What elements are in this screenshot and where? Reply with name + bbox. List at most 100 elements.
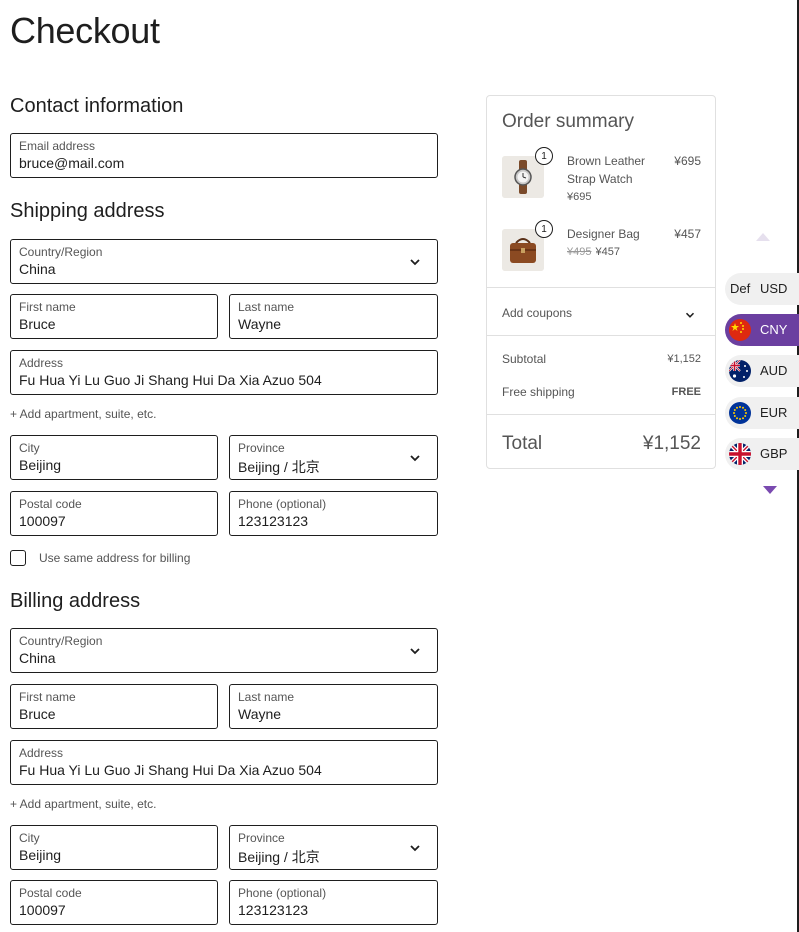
- billing-city-field[interactable]: City Beijing: [10, 825, 218, 870]
- currency-code: USD: [760, 281, 788, 296]
- shipping-phone-value: 123123123: [238, 513, 309, 529]
- divider: [487, 414, 715, 415]
- billing-city-label: City: [19, 831, 40, 845]
- subtotal-value: ¥1,152: [667, 353, 701, 365]
- subtotal-label: Subtotal: [502, 352, 547, 366]
- billing-first-name-field[interactable]: First name Bruce: [10, 684, 218, 729]
- scroll-down-arrow-icon[interactable]: [762, 485, 778, 496]
- item-old-price: ¥495: [567, 246, 592, 258]
- shipping-add-apartment-link[interactable]: + Add apartment, suite, etc.: [10, 407, 156, 421]
- billing-postal-label: Postal code: [19, 886, 82, 900]
- order-summary-panel: Order summary 1 Brown Leather Strap Watc…: [486, 95, 716, 469]
- shipping-country-label: Country/Region: [19, 245, 103, 259]
- chevron-down-icon: [410, 455, 420, 462]
- shipping-postal-value: 100097: [19, 513, 66, 529]
- item-price: ¥695: [674, 154, 701, 168]
- shipping-province-value: Beijing / 北京: [238, 459, 320, 475]
- shipping-last-name-field[interactable]: Last name Wayne: [229, 294, 438, 339]
- shipping-last-name-label: Last name: [238, 300, 295, 314]
- shipping-country-select[interactable]: Country/Region China: [10, 239, 438, 284]
- page-title: Checkout: [10, 10, 160, 51]
- billing-phone-label: Phone (optional): [238, 886, 327, 900]
- billing-last-name-label: Last name: [238, 690, 295, 704]
- shipping-first-name-value: Bruce: [19, 316, 56, 332]
- item-current-price: ¥695: [567, 191, 592, 203]
- same-billing-label[interactable]: Use same address for billing: [39, 551, 190, 565]
- currency-code: AUD: [760, 363, 788, 378]
- billing-phone-field[interactable]: Phone (optional) 123123123: [229, 880, 438, 925]
- email-value: bruce@mail.com: [19, 155, 125, 171]
- shipping-last-name-value: Wayne: [238, 316, 282, 332]
- item-quantity-badge: 1: [535, 220, 553, 238]
- billing-postal-code-field[interactable]: Postal code 100097: [10, 880, 218, 925]
- order-summary-title: Order summary: [502, 111, 634, 132]
- shipping-country-value: China: [19, 261, 56, 277]
- billing-first-name-label: First name: [19, 690, 76, 704]
- shipping-label: Free shipping: [502, 385, 575, 399]
- billing-add-apartment-link[interactable]: + Add apartment, suite, etc.: [10, 797, 156, 811]
- total-value: ¥1,152: [642, 433, 701, 454]
- shipping-city-label: City: [19, 441, 40, 455]
- shipping-province-label: Province: [238, 441, 285, 455]
- billing-city-value: Beijing: [19, 847, 62, 863]
- item-sub-price: ¥495 ¥457: [567, 246, 620, 258]
- default-currency-tag: Def: [730, 281, 751, 296]
- billing-country-value: China: [19, 650, 56, 666]
- currency-code: EUR: [760, 405, 788, 420]
- currency-code: GBP: [760, 446, 788, 461]
- billing-address-value: Fu Hua Yi Lu Guo Ji Shang Hui Da Xia Azu…: [19, 762, 322, 778]
- australia-flag-icon: [729, 360, 751, 382]
- contact-heading: Contact information: [10, 95, 184, 117]
- shipping-city-value: Beijing: [19, 457, 62, 473]
- shipping-address-field[interactable]: Address Fu Hua Yi Lu Guo Ji Shang Hui Da…: [10, 350, 438, 395]
- shipping-value: FREE: [671, 386, 701, 398]
- currency-option-cny[interactable]: CNY: [725, 314, 799, 346]
- item-current-price: ¥457: [595, 246, 620, 258]
- item-name: Brown Leather Strap Watch: [567, 154, 646, 186]
- billing-address-field[interactable]: Address Fu Hua Yi Lu Guo Ji Shang Hui Da…: [10, 740, 438, 785]
- currency-option-aud[interactable]: AUD: [725, 355, 799, 387]
- chevron-down-icon: [410, 648, 420, 655]
- add-coupons-toggle[interactable]: Add coupons: [502, 306, 572, 320]
- billing-province-value: Beijing / 北京: [238, 849, 320, 865]
- billing-first-name-value: Bruce: [19, 706, 56, 722]
- item-name: Designer Bag: [567, 227, 640, 241]
- billing-last-name-field[interactable]: Last name Wayne: [229, 684, 438, 729]
- chevron-down-icon: [410, 259, 420, 266]
- billing-heading: Billing address: [10, 590, 141, 612]
- shipping-postal-label: Postal code: [19, 497, 82, 511]
- item-price: ¥457: [674, 227, 701, 241]
- total-label: Total: [502, 433, 543, 454]
- email-label: Email address: [19, 139, 96, 153]
- currency-option-usd[interactable]: Def USD: [725, 273, 799, 305]
- divider: [487, 335, 715, 336]
- billing-address-label: Address: [19, 746, 64, 760]
- shipping-heading: Shipping address: [10, 200, 165, 222]
- same-billing-checkbox[interactable]: [10, 550, 26, 566]
- shipping-first-name-label: First name: [19, 300, 76, 314]
- scroll-up-arrow-icon[interactable]: [755, 231, 771, 243]
- item-sub-price: ¥695: [567, 191, 591, 203]
- billing-country-select[interactable]: Country/Region China: [10, 628, 438, 673]
- shipping-address-label: Address: [19, 356, 64, 370]
- billing-country-label: Country/Region: [19, 634, 103, 648]
- billing-province-select[interactable]: Province Beijing / 北京: [229, 825, 438, 870]
- shipping-province-select[interactable]: Province Beijing / 北京: [229, 435, 438, 480]
- item-quantity-badge: 1: [535, 147, 553, 165]
- divider: [487, 287, 715, 288]
- billing-phone-value: 123123123: [238, 902, 309, 918]
- shipping-city-field[interactable]: City Beijing: [10, 435, 218, 480]
- chevron-down-icon: [410, 845, 420, 852]
- shipping-phone-field[interactable]: Phone (optional) 123123123: [229, 491, 438, 536]
- eu-flag-icon: [729, 402, 751, 424]
- shipping-address-value: Fu Hua Yi Lu Guo Ji Shang Hui Da Xia Azu…: [19, 372, 322, 388]
- shipping-phone-label: Phone (optional): [238, 497, 327, 511]
- shipping-first-name-field[interactable]: First name Bruce: [10, 294, 218, 339]
- email-field[interactable]: Email address bruce@mail.com: [10, 133, 438, 178]
- china-flag-icon: [729, 319, 751, 341]
- currency-option-gbp[interactable]: GBP: [725, 438, 799, 470]
- shipping-postal-code-field[interactable]: Postal code 100097: [10, 491, 218, 536]
- currency-option-eur[interactable]: EUR: [725, 397, 799, 429]
- chevron-down-icon[interactable]: [683, 308, 697, 322]
- uk-flag-icon: [729, 443, 751, 465]
